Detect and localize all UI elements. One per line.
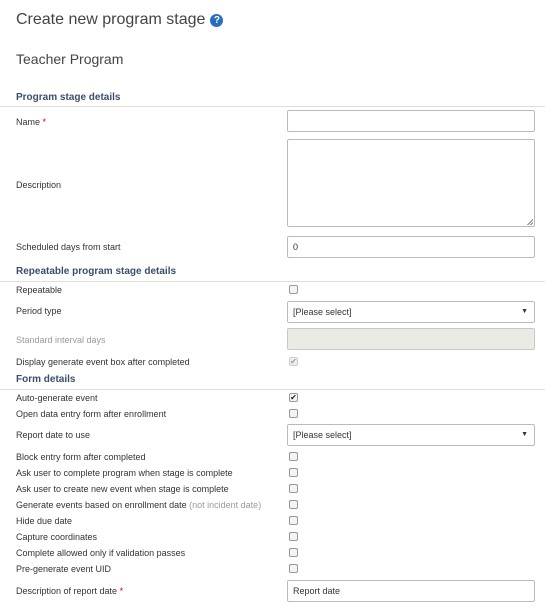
divider: [0, 389, 545, 390]
period-type-value: [Please select]: [293, 307, 352, 317]
required-marker: *: [119, 586, 124, 596]
hide-due-date-checkbox[interactable]: [289, 516, 298, 525]
name-label: Name *: [16, 117, 46, 127]
report-date-value: [Please select]: [293, 430, 352, 440]
display-generate-label: Display generate event box after complet…: [16, 357, 190, 367]
required-marker: *: [42, 117, 47, 127]
scheduled-days-label: Scheduled days from start: [16, 242, 121, 252]
description-textarea[interactable]: [287, 139, 535, 227]
pregenerate-uid-label: Pre-generate event UID: [16, 564, 112, 574]
open-data-entry-checkbox[interactable]: [289, 409, 298, 418]
generate-events-label-text: Generate events based on enrollment date: [16, 500, 187, 510]
ask-complete-program-label: Ask user to complete program when stage …: [16, 468, 233, 478]
report-date-label: Report date to use: [16, 430, 91, 440]
complete-allowed-label: Complete allowed only if validation pass…: [16, 548, 186, 558]
block-entry-checkbox[interactable]: [289, 452, 298, 461]
description-label: Description: [16, 180, 62, 190]
block-entry-label: Block entry form after completed: [16, 452, 146, 462]
report-date-desc-label: Description of report date *: [16, 586, 123, 596]
standard-interval-input[interactable]: [287, 328, 535, 350]
section-repeatable: Repeatable program stage details: [16, 266, 177, 277]
pregenerate-uid-checkbox[interactable]: [289, 564, 298, 573]
page-title: Create new program stage?: [16, 11, 224, 29]
page-title-text: Create new program stage: [16, 11, 206, 28]
report-date-desc-label-text: Description of report date: [16, 586, 118, 596]
auto-generate-label: Auto-generate event: [16, 393, 98, 403]
capture-coordinates-checkbox[interactable]: [289, 532, 298, 541]
generate-events-note: (not incident date): [189, 500, 262, 510]
ask-create-event-label: Ask user to create new event when stage …: [16, 484, 229, 494]
capture-coordinates-label: Capture coordinates: [16, 532, 98, 542]
report-date-select[interactable]: [Please select] ▼: [287, 424, 535, 446]
display-generate-checkbox[interactable]: ✔: [289, 357, 298, 366]
open-data-entry-label: Open data entry form after enrollment: [16, 409, 167, 419]
complete-allowed-checkbox[interactable]: [289, 548, 298, 557]
standard-interval-label: Standard interval days: [16, 335, 106, 345]
generate-events-checkbox[interactable]: [289, 500, 298, 509]
name-label-text: Name: [16, 117, 41, 127]
chevron-down-icon: ▼: [521, 308, 528, 315]
repeatable-label: Repeatable: [16, 285, 63, 295]
period-type-select[interactable]: [Please select] ▼: [287, 301, 535, 323]
divider: [0, 281, 545, 282]
section-form-details: Form details: [16, 374, 76, 385]
generate-events-label: Generate events based on enrollment date…: [16, 500, 261, 510]
period-type-label: Period type: [16, 306, 62, 316]
resize-handle-icon[interactable]: [527, 219, 533, 225]
program-name: Teacher Program: [16, 51, 124, 67]
auto-generate-checkbox[interactable]: ✔: [289, 393, 298, 402]
section-program-stage-details: Program stage details: [16, 92, 121, 103]
report-date-desc-input[interactable]: Report date: [287, 580, 535, 602]
hide-due-date-label: Hide due date: [16, 516, 73, 526]
chevron-down-icon: ▼: [521, 431, 528, 438]
name-input[interactable]: [287, 110, 535, 132]
help-icon[interactable]: ?: [210, 14, 224, 27]
scheduled-days-input[interactable]: 0: [287, 236, 535, 258]
ask-create-event-checkbox[interactable]: [289, 484, 298, 493]
repeatable-checkbox[interactable]: [289, 285, 298, 294]
ask-complete-program-checkbox[interactable]: [289, 468, 298, 477]
divider: [0, 106, 545, 107]
